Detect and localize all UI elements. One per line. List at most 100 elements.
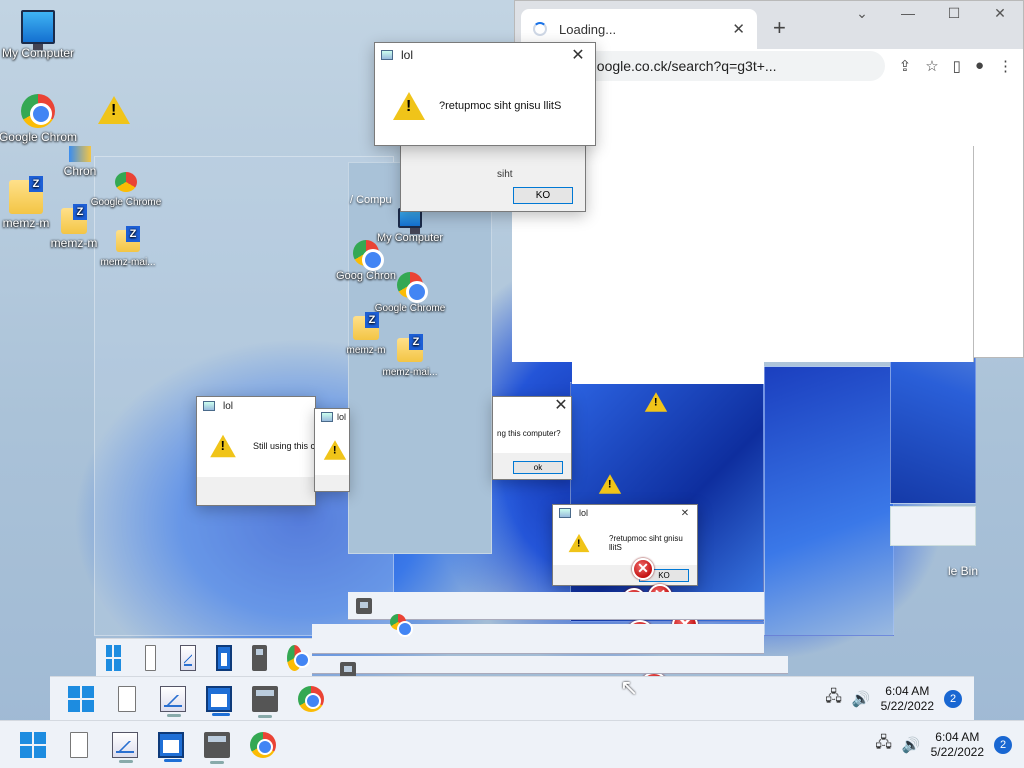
start-icon[interactable] (68, 685, 94, 712)
dialog-titlebar[interactable]: lol ✕ (553, 505, 697, 521)
dialog-lol-midleft: lol ! (314, 408, 350, 492)
ok-button[interactable]: ok (513, 461, 563, 474)
calculator-icon[interactable] (356, 598, 372, 614)
dialog-lol-left: lol ! Still using this c (196, 396, 316, 506)
tray-fragment (890, 506, 976, 546)
system-tray: 🖧 🔊 6:04 AM 5/22/2022 2 (875, 730, 1024, 760)
chrome-icon[interactable] (390, 614, 413, 637)
start-icon[interactable] (20, 731, 46, 758)
start-icon[interactable] (106, 644, 121, 671)
minimize-button[interactable]: — (885, 5, 931, 22)
desktop-icon-google-chrome[interactable]: Google Chrom (0, 94, 78, 144)
dialog-ghost: siht KO (400, 142, 586, 212)
ghost-icon-chrome[interactable]: Google Chrome (370, 272, 450, 316)
dialog-titlebar[interactable]: ✕ (493, 395, 571, 415)
chrome-icon (397, 272, 428, 303)
desktop-icon-memz-mail[interactable]: memz-mai... (88, 226, 168, 270)
warning-icon: ! (210, 434, 236, 458)
glitch-panel (572, 362, 764, 384)
notification-badge[interactable]: 2 (994, 735, 1012, 754)
computer-icon (21, 10, 55, 50)
folder-zip-icon (397, 334, 423, 362)
taskbar-ghost: 🖧 🔊 6:04 AM 5/22/2022 2 (50, 676, 974, 720)
file-icon[interactable] (70, 731, 88, 758)
warning-icon: ! (98, 96, 130, 124)
menu-kebab-icon[interactable]: ⋮ (998, 57, 1013, 75)
dialog-titlebar[interactable]: lol ✕ (375, 43, 595, 67)
app-icon (203, 401, 215, 411)
system-tray: 🖧 🔊 6:04 AM 5/22/2022 2 (825, 684, 974, 714)
perf-monitor-icon[interactable] (160, 685, 186, 717)
window-icon[interactable] (215, 644, 233, 671)
new-tab-button[interactable]: + (773, 15, 786, 41)
taskbar-sliver (312, 624, 764, 654)
app-icon (321, 412, 333, 422)
loading-spinner-icon (533, 22, 547, 36)
window-icon[interactable] (206, 685, 232, 716)
clock[interactable]: 6:04 AM 5/22/2022 (931, 730, 984, 760)
taskbar-sliver (348, 592, 764, 620)
file-icon[interactable] (118, 685, 136, 712)
side-panel-icon[interactable]: ▯ (953, 57, 961, 75)
error-icon: ✕ (632, 558, 654, 580)
folder-zip-icon (61, 204, 87, 234)
chrome-icon (353, 240, 384, 271)
chrome-icon[interactable] (298, 685, 324, 712)
dialog-titlebar[interactable]: lol (197, 397, 315, 415)
calculator-icon[interactable] (252, 685, 278, 718)
notification-badge[interactable]: 2 (944, 689, 962, 708)
chrome-icon[interactable] (287, 644, 310, 671)
warning-icon: ! (598, 474, 622, 494)
perf-monitor-icon[interactable] (180, 644, 196, 671)
close-button[interactable]: ✕ (977, 5, 1023, 22)
glitch-frame (764, 366, 894, 636)
network-icon[interactable]: 🖧 (875, 732, 892, 757)
bookmark-star-icon[interactable]: ☆ (925, 57, 938, 75)
chrome-shortcut-icon (69, 146, 91, 162)
taskbar: 🖧 🔊 6:04 AM 5/22/2022 2 (0, 720, 1024, 768)
warning-icon: ! (393, 92, 425, 120)
chrome-icon (21, 94, 55, 128)
address-bar[interactable]: i google.co.ck/search?q=g3t+... (553, 51, 885, 81)
warning-icon: ! (568, 533, 590, 553)
file-icon[interactable] (144, 644, 156, 671)
close-button[interactable]: ✕ (551, 395, 571, 415)
share-icon[interactable]: ⇪ (899, 57, 912, 75)
volume-icon[interactable]: 🔊 (852, 690, 871, 708)
calculator-icon[interactable] (204, 731, 230, 764)
tab-close-button[interactable]: ✕ (732, 20, 745, 38)
profile-avatar-icon[interactable]: ● (975, 57, 984, 75)
dialog-lol-mid: ✕ ng this computer? ok (492, 396, 572, 480)
app-icon (381, 50, 393, 60)
perf-monitor-icon[interactable] (112, 731, 138, 763)
clock[interactable]: 6:04 AM 5/22/2022 (881, 684, 934, 714)
chrome-icon[interactable] (250, 731, 276, 758)
recycle-bin-label[interactable]: le Bin (948, 564, 978, 578)
desktop-icon-chrome-ghost-2[interactable]: Google Chrome (86, 172, 166, 210)
ghost-icon-partial-label: / Compu (350, 194, 392, 206)
volume-icon[interactable]: 🔊 (902, 736, 921, 754)
calculator-icon[interactable] (252, 644, 268, 671)
ghost-icon-memz[interactable]: memz-mai... (370, 334, 450, 380)
folder-zip-icon (353, 312, 379, 340)
app-icon (559, 508, 571, 518)
warning-icon: ! (644, 392, 668, 412)
dialog-lol-small: lol ✕ ! ?retupmoc siht gnisu llitS KO (552, 504, 698, 586)
window-icon[interactable] (158, 731, 184, 762)
ok-button[interactable]: KO (513, 187, 573, 204)
maximize-button[interactable]: ☐ (931, 5, 977, 22)
close-button[interactable]: ✕ (673, 508, 697, 519)
tab-search-button[interactable]: ⌄ (839, 5, 885, 22)
close-button[interactable]: ✕ (561, 45, 595, 65)
toolbar: ✕ i google.co.ck/search?q=g3t+... ⇪ ☆ ▯ … (525, 51, 1013, 81)
folder-zip-icon (116, 226, 140, 252)
dialog-titlebar: lol (315, 409, 349, 425)
chrome-icon (115, 172, 137, 192)
network-icon[interactable]: 🖧 (825, 686, 842, 711)
taskbar-sliver (312, 656, 788, 674)
dialog-lol-top: lol ✕ ! ?retupmoc siht gnisu llitS (374, 42, 596, 146)
window-controls: ⌄ — ☐ ✕ (839, 5, 1023, 22)
mouse-cursor-icon: ↖ (620, 676, 639, 701)
desktop-icon-my-computer[interactable]: My Computer (0, 10, 78, 60)
taskbar-ghost-upper (96, 638, 312, 676)
